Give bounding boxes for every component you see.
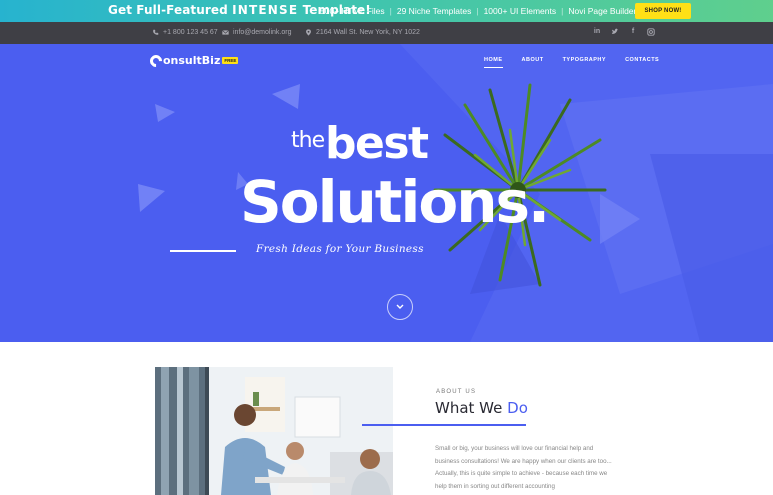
about-heading: What We Do [435,399,528,417]
promo-banner[interactable]: Get Full-Featured INTENSE Template! 500+… [0,0,773,22]
nav-about[interactable]: ABOUT [522,57,544,63]
contact-email[interactable]: info@demolink.org [222,29,291,36]
promo-separator: | [389,6,392,16]
facebook-icon[interactable]: f [629,28,637,36]
main-nav: HOME ABOUT TYPOGRAPHY CONTACTS [484,57,678,68]
hero-divider [170,250,236,252]
promo-separator: | [561,6,564,16]
social-links: in f [593,28,655,36]
nav-contacts[interactable]: CONTACTS [625,57,659,63]
chevron-down-icon [396,304,404,309]
promo-feature: 1000+ UI Elements [483,6,557,16]
address-text: 2164 Wall St. New York, NY 1022 [316,29,420,36]
contact-address[interactable]: 2164 Wall St. New York, NY 1022 [305,29,420,36]
promo-title-pre: Get Full-Featured [108,3,228,17]
site-logo[interactable]: onsultBiz FREE [147,52,239,69]
contact-bar: +1 800 123 45 67 info@demolink.org 2164 … [0,22,773,44]
scroll-down-button[interactable] [387,294,413,320]
shop-now-button[interactable]: SHOP NOW! [635,3,691,19]
twitter-icon[interactable] [611,28,619,36]
hero-solutions: Solutions. [240,168,550,236]
about-kicker: ABOUT US [436,389,477,395]
team-meeting-image [155,367,393,495]
about-photo [155,367,393,495]
about-heading-pre: What We [435,399,503,417]
phone-text: +1 800 123 45 67 [163,29,218,36]
logo-badge: FREE [222,57,239,64]
hero-the: the [291,128,325,153]
linkedin-icon[interactable]: in [593,28,601,36]
about-divider [362,424,526,426]
phone-icon [153,29,159,35]
contact-phone[interactable]: +1 800 123 45 67 [152,29,218,36]
promo-feature: 29 Niche Templates [396,6,472,16]
hero-subtitle: Fresh Ideas for Your Business [256,243,424,255]
hero-best: best [325,118,429,169]
mail-icon [222,30,229,35]
promo-title-brand: INTENSE [232,3,299,17]
promo-separator: | [476,6,479,16]
hero-section: onsultBiz FREE HOME ABOUT TYPOGRAPHY CON… [0,44,773,342]
promo-features: 500+ HTML Files | 29 Niche Templates | 100… [315,6,641,16]
logo-mark-icon [147,52,165,69]
about-text: Small or big, your business will love ou… [435,445,612,490]
nav-typography[interactable]: TYPOGRAPHY [563,57,607,63]
email-text: info@demolink.org [233,29,292,36]
logo-name: onsultBiz [163,54,221,67]
location-pin-icon [306,29,311,36]
about-heading-accent: Do [507,399,528,417]
promo-feature: 500+ HTML Files [320,6,385,16]
promo-feature: Novi Page Builder [568,6,637,16]
instagram-icon[interactable] [647,28,655,36]
nav-home[interactable]: HOME [484,57,503,68]
